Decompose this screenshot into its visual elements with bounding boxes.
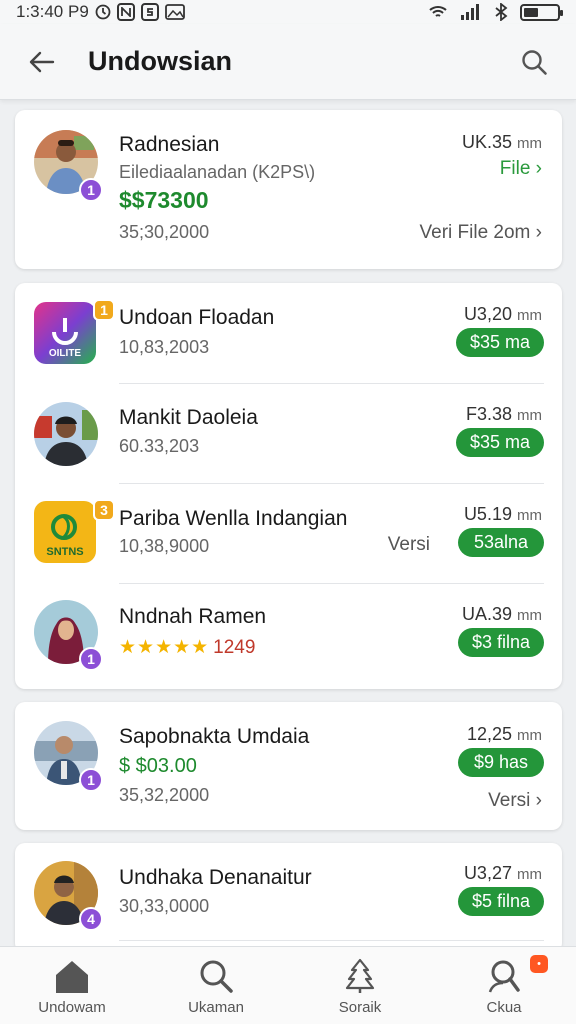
rating: ★★★★★ 1249 <box>119 636 255 659</box>
date: 35;30,2000 <box>119 222 210 242</box>
featured-card[interactable]: 1 Radnesian Eilediaalanadan (K2PS\) $$73… <box>15 110 562 269</box>
timestamp: F3.38 mm <box>465 404 542 424</box>
contact-name: Sapobnakta Umdaia <box>119 725 310 748</box>
contact-name: Nndnah Ramen <box>119 605 267 628</box>
nav-label: Soraik <box>338 999 382 1016</box>
contact-card[interactable]: 1 Sapobnakta Umdaia $ $03.00 35,32,2000 … <box>15 702 562 830</box>
action-button[interactable]: 53alna <box>458 528 544 557</box>
divider <box>119 940 544 941</box>
user-icon <box>485 957 523 995</box>
date: 35,32,2000 <box>119 785 210 805</box>
gallery-icon <box>164 4 185 20</box>
status-bar: 1:3:40 P9 <box>0 0 576 24</box>
notification-badge: 1 <box>93 299 115 321</box>
nav-item-profile[interactable]: • Ckua <box>432 947 576 1024</box>
svg-text:OILITE: OILITE <box>49 348 82 359</box>
contact-name: Undhaka Denanaitur <box>119 866 312 889</box>
contact-name: Radnesian <box>119 133 220 156</box>
notification-dot: • <box>530 955 548 973</box>
signal-icon <box>460 4 482 20</box>
page-title: Undowsian <box>88 46 233 76</box>
svg-text:SNTNS: SNTNS <box>46 546 83 558</box>
search-icon <box>522 49 547 75</box>
list-item[interactable]: Mankit Daoleia 60.33,203 F3.38 mm $35 ma <box>15 383 562 483</box>
date: 60.33,203 <box>119 436 200 456</box>
chevron-right-icon: › <box>535 158 542 179</box>
contact-name: Pariba Wenlla Indangian <box>119 507 348 530</box>
veri-file-link[interactable]: Veri File 2om › <box>420 222 542 244</box>
versi-label: Versi <box>387 534 430 555</box>
notification-badge: 1 <box>79 768 103 792</box>
chevron-right-icon: › <box>535 790 542 811</box>
nav-item-home[interactable]: Undowam <box>0 947 144 1024</box>
bottom-navigation: Undowam Ukaman Soraik • Ckua <box>0 946 576 1024</box>
home-icon <box>53 957 91 995</box>
action-button[interactable]: $9 has <box>458 748 544 777</box>
chevron-right-icon: › <box>535 222 542 243</box>
timestamp: U3,20 mm <box>463 304 542 324</box>
nav-label: Ckua <box>486 999 522 1016</box>
file-link[interactable]: File › <box>500 158 542 180</box>
notification-badge: 1 <box>79 647 103 671</box>
timestamp: U5.19 mm <box>463 504 542 524</box>
app-s-icon <box>140 3 159 21</box>
contact-name: Undoan Floadan <box>119 306 275 329</box>
timestamp: 12,25 mm <box>466 724 542 744</box>
list-item[interactable]: OILITE 1 Undoan Floadan 10,83,2003 U3,20… <box>15 283 562 383</box>
action-button[interactable]: $3 filna <box>457 628 544 657</box>
arrow-left-icon <box>29 51 55 72</box>
date: 10,38,9000 <box>119 536 210 556</box>
nav-label: Ukaman <box>188 999 244 1016</box>
amount: $$73300 <box>119 187 209 213</box>
timer-icon <box>95 4 111 20</box>
amount: $ $03.00 <box>119 755 197 777</box>
contact-card[interactable]: 4 Undhaka Denanaitur 30,33,0000 U3,27 mm… <box>15 843 562 953</box>
timestamp: UK.35 mm <box>461 132 542 152</box>
status-time: 1:3:40 P9 <box>16 2 89 21</box>
app-logo-icon: OILITE <box>34 302 96 364</box>
notification-badge: 3 <box>93 499 115 521</box>
date: 30,33,0000 <box>119 896 210 916</box>
notification-badge: 4 <box>79 907 103 931</box>
tree-icon <box>341 957 379 995</box>
contact-name: Mankit Daoleia <box>119 406 258 429</box>
back-button[interactable] <box>22 42 62 82</box>
app-n-icon <box>116 3 135 21</box>
wifi-icon <box>428 4 448 20</box>
contacts-card: OILITE 1 Undoan Floadan 10,83,2003 U3,20… <box>15 283 562 689</box>
battery-icon <box>520 3 563 21</box>
versi-link[interactable]: Versi › <box>488 790 542 812</box>
date: 10,83,2003 <box>119 337 210 357</box>
contact-subtitle: Eilediaalanadan (K2PS\) <box>119 162 316 182</box>
nav-item-search[interactable]: Ukaman <box>144 947 288 1024</box>
app-logo-icon: SNTNS <box>34 501 96 563</box>
timestamp: UA.39 mm <box>461 604 542 624</box>
rating-count: 1249 <box>213 637 256 658</box>
bluetooth-icon <box>494 3 508 21</box>
nav-label: Undowam <box>38 999 106 1016</box>
star-icon: ★★★★★ <box>119 637 210 658</box>
action-button[interactable]: $35 ma <box>455 428 544 457</box>
search-button[interactable] <box>514 42 554 82</box>
list-item[interactable]: SNTNS 3 Pariba Wenlla Indangian 10,38,90… <box>15 483 562 583</box>
action-button[interactable]: $35 ma <box>455 328 544 357</box>
notification-badge: 1 <box>79 178 103 202</box>
app-bar: Undowsian <box>0 24 576 100</box>
timestamp: U3,27 mm <box>463 863 542 883</box>
action-button[interactable]: $5 filna <box>457 887 544 916</box>
list-item[interactable]: 1 Nndnah Ramen ★★★★★ 1249 UA.39 mm $3 fil… <box>15 583 562 689</box>
search-icon <box>197 957 235 995</box>
nav-item-tree[interactable]: Soraik <box>288 947 432 1024</box>
avatar <box>34 402 98 466</box>
